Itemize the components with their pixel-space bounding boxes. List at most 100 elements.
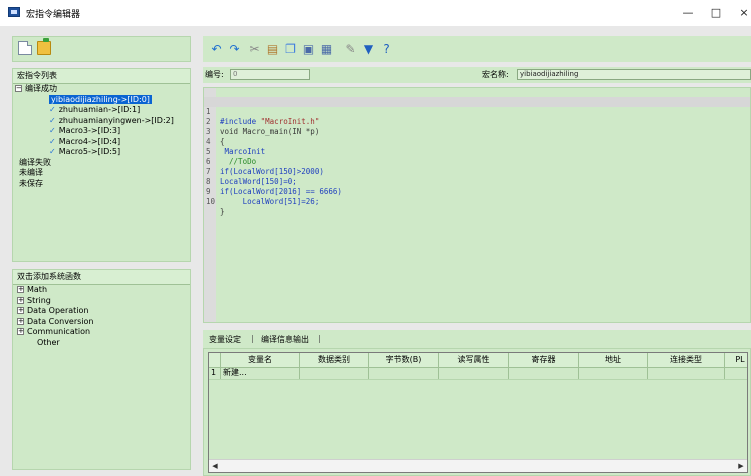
table-cell[interactable] <box>648 367 725 379</box>
check-icon: ✓ <box>49 147 56 156</box>
save-as-icon[interactable]: ▦ <box>319 42 334 57</box>
column-header[interactable]: 字节数(B) <box>369 353 439 367</box>
code-line[interactable]: 4 MarcoInit <box>204 127 750 156</box>
new-variable-cell[interactable]: 新建... <box>221 367 300 379</box>
macro-name-field[interactable]: yibiaodijiazhiling <box>517 69 751 80</box>
macro-name-label: 宏名称: <box>482 70 509 79</box>
tree-item-label: 编译成功 <box>25 84 57 93</box>
open-folder-icon[interactable] <box>37 38 51 55</box>
id-field[interactable]: 0 <box>230 69 310 80</box>
column-header[interactable]: 数据类别 <box>300 353 369 367</box>
code-line[interactable]: 9 LocalWord[51]=26; <box>204 177 750 206</box>
undo-icon[interactable]: ↶ <box>209 42 224 57</box>
minimize-button[interactable]: — <box>674 4 702 22</box>
redo-icon[interactable]: ↷ <box>227 42 242 57</box>
column-header[interactable]: 读写属性 <box>439 353 509 367</box>
table-cell[interactable] <box>369 367 439 379</box>
copy-icon[interactable]: ❐ <box>283 42 298 57</box>
func-item-math[interactable]: + Math <box>13 285 190 296</box>
app-icon <box>8 7 20 17</box>
function-tree: + Math + String + Data Operation + Data Conv… <box>13 285 190 348</box>
table-cell[interactable] <box>439 367 509 379</box>
tab-variable-settings[interactable]: 变量设定 <box>209 334 241 345</box>
table-cell[interactable] <box>509 367 579 379</box>
scroll-left-icon[interactable]: ◀ <box>210 461 220 471</box>
paste-icon[interactable]: ▤ <box>265 42 280 57</box>
func-item-data-conversion[interactable]: + Data Conversion <box>13 317 190 328</box>
expand-icon[interactable]: + <box>17 317 24 325</box>
tree-item-macro-0[interactable]: yibiaodijiazhiling->[ID:0] <box>13 94 190 106</box>
tree-item-macro-3[interactable]: ✓ Macro3->[ID:3] <box>13 126 190 137</box>
scroll-right-icon[interactable]: ▶ <box>736 461 746 471</box>
maximize-button[interactable]: □ <box>702 4 730 22</box>
editor-toolbar: ↶ ↷ ✂ ▤ ❐ ▣ ▦ ✎ ▼ ? <box>203 36 751 62</box>
table-header: 变量名 数据类别 字节数(B) 读写属性 寄存器 地址 连接类型 PL <box>209 353 747 368</box>
code-line[interactable]: 2 void Macro_main(IN *p) <box>204 107 750 136</box>
check-icon: ✓ <box>49 115 56 125</box>
macro-list-header: 宏指令列表 <box>13 69 190 84</box>
tree-item-macro-2[interactable]: ✓ zhuhuamianyingwen->[ID:2] <box>13 116 190 127</box>
func-item-data-operation[interactable]: + Data Operation <box>13 306 190 317</box>
save-icon[interactable]: ▣ <box>301 42 316 57</box>
column-header[interactable]: 变量名 <box>221 353 300 367</box>
left-toolbar <box>12 36 191 62</box>
code-line[interactable]: 5 //ToDo <box>204 137 750 166</box>
horizontal-scrollbar[interactable]: ◀ ▶ <box>209 459 747 472</box>
tree-item-compile-failed[interactable]: 编译失败 <box>13 158 190 169</box>
func-item-label: Math <box>27 285 48 294</box>
column-header[interactable]: PL <box>725 353 747 367</box>
column-header[interactable]: 寄存器 <box>509 353 579 367</box>
editor-panel: ↶ ↷ ✂ ▤ ❐ ▣ ▦ ✎ ▼ ? 编号: 0 宏名称: yibiaodij… <box>203 36 751 476</box>
tree-item-macro-4[interactable]: ✓ Macro4->[ID:4] <box>13 137 190 148</box>
table-cell[interactable] <box>579 367 648 379</box>
tree-item-not-compiled[interactable]: 未编译 <box>13 168 190 179</box>
func-item-label: Data Conversion <box>27 316 94 326</box>
code-line[interactable]: 6 if(LocalWord[150]>2000) <box>204 147 750 176</box>
check-icon: ✓ <box>49 136 56 146</box>
close-button[interactable]: × <box>730 4 751 22</box>
func-item-other[interactable]: Other <box>13 338 190 349</box>
column-header[interactable]: 地址 <box>579 353 648 367</box>
row-number: 1 <box>209 367 221 379</box>
table-cell[interactable] <box>300 367 369 379</box>
tree-item-label: 编译失败 <box>19 157 51 167</box>
id-label: 编号: <box>205 70 224 79</box>
expand-icon[interactable]: + <box>17 296 24 304</box>
tree-item-label: zhuhuamian->[ID:1] <box>58 105 141 114</box>
table-row[interactable]: 1 新建... <box>209 367 747 380</box>
tab-compile-output[interactable]: 编译信息输出 <box>261 334 309 345</box>
compile-wand-icon[interactable]: ✎ <box>343 42 358 57</box>
tree-item-not-saved[interactable]: 未保存 <box>13 179 190 190</box>
code-line[interactable]: 10 } <box>204 187 750 216</box>
func-item-communication[interactable]: + Communication <box>13 327 190 338</box>
code-line[interactable]: 7 LocalWord[150]=0; <box>204 157 750 186</box>
tree-item-label: Macro5->[ID:5] <box>58 147 121 156</box>
new-file-icon[interactable] <box>18 41 32 55</box>
tree-item-label: yibiaodijiazhiling->[ID:0] <box>49 94 152 104</box>
line-number: 10 <box>206 197 216 206</box>
func-item-label: Data Operation <box>27 306 89 315</box>
tree-item-macro-1[interactable]: ✓ zhuhuamian->[ID:1] <box>13 105 190 116</box>
code-line[interactable]: 3 { <box>204 117 750 146</box>
expand-icon[interactable]: + <box>17 286 24 293</box>
tree-item-compiled-ok[interactable]: − 编译成功 <box>13 84 190 95</box>
expand-icon[interactable]: + <box>17 307 24 314</box>
func-item-string[interactable]: + String <box>13 296 190 307</box>
code-editor[interactable]: 1 #include "MacroInit.h" 2 void Macro_ma… <box>203 87 751 323</box>
variable-table: 变量名 数据类别 字节数(B) 读写属性 寄存器 地址 连接类型 PL 1 新建… <box>208 352 748 473</box>
func-item-label: String <box>27 295 51 305</box>
check-icon: ✓ <box>49 126 56 135</box>
column-header[interactable]: 连接类型 <box>648 353 725 367</box>
collapse-icon[interactable]: − <box>15 85 22 92</box>
help-icon[interactable]: ? <box>379 42 394 57</box>
expand-icon[interactable]: + <box>17 328 24 335</box>
cut-icon[interactable]: ✂ <box>247 42 262 57</box>
filter-icon[interactable]: ▼ <box>361 42 376 57</box>
system-function-panel: 双击添加系统函数 + Math + String + Data Operation +… <box>12 269 191 470</box>
variable-table-panel: 变量名 数据类别 字节数(B) 读写属性 寄存器 地址 连接类型 PL 1 新建… <box>203 348 751 476</box>
macro-list-panel: 宏指令列表 − 编译成功 yibiaodijiazhiling->[ID:0] ✓… <box>12 68 191 262</box>
check-icon: ✓ <box>49 105 56 114</box>
code-line[interactable]: 8 if(LocalWord[2016] == 6666) <box>204 167 750 196</box>
code-line[interactable]: 1 #include "MacroInit.h" <box>204 97 750 126</box>
tree-item-macro-5[interactable]: ✓ Macro5->[ID:5] <box>13 147 190 158</box>
